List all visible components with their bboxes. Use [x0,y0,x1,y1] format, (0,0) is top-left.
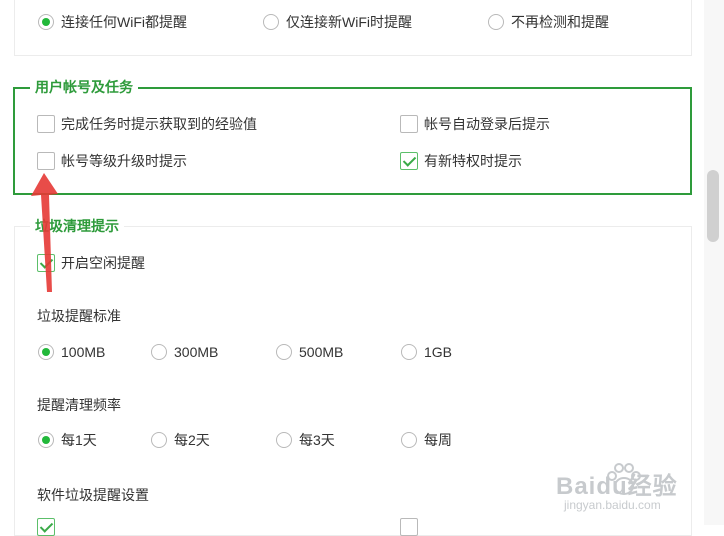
annotation-arrow-icon [31,173,58,292]
watermark-url: jingyan.baidu.com [564,498,661,512]
watermark: Baidu经验 jingyan.baidu.com [556,462,706,522]
watermark-brand: Baidu经验 [556,473,678,500]
